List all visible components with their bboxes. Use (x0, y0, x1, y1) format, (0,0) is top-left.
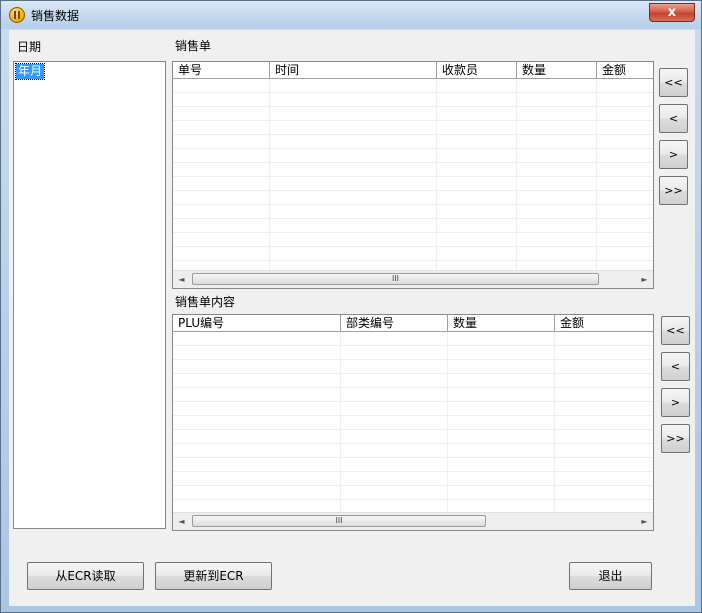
close-button[interactable]: x (649, 3, 695, 22)
col-dept-no[interactable]: 部类编号 (341, 315, 448, 332)
app-coin-icon (9, 7, 25, 23)
scroll-left-arrow-icon[interactable]: ◄ (173, 271, 190, 288)
orders-prev-button[interactable]: < (659, 104, 688, 133)
col-cashier[interactable]: 收款员 (437, 62, 517, 79)
sales-data-window: 销售数据 x 日期 年月 销售单 单号 时间 收款员 数量 金额 ◄ III ►… (0, 0, 702, 613)
client-area: 日期 年月 销售单 单号 时间 收款员 数量 金额 ◄ III ► << < >… (9, 30, 695, 606)
scroll-thumb[interactable]: III (192, 515, 486, 527)
sales-orders-body[interactable] (173, 79, 653, 270)
exit-button[interactable]: 退出 (569, 562, 652, 590)
read-from-ecr-button[interactable]: 从ECR读取 (27, 562, 144, 590)
update-to-ecr-button[interactable]: 更新到ECR (155, 562, 272, 590)
col-amount[interactable]: 金额 (597, 62, 653, 79)
scroll-right-arrow-icon[interactable]: ► (636, 271, 653, 288)
scroll-thumb[interactable]: III (192, 273, 599, 285)
details-first-button[interactable]: << (661, 316, 690, 345)
window-title: 销售数据 (31, 9, 80, 23)
date-listbox[interactable]: 年月 (13, 61, 166, 529)
col-detail-amount[interactable]: 金额 (555, 315, 653, 332)
col-detail-quantity[interactable]: 数量 (448, 315, 555, 332)
order-details-label: 销售单内容 (175, 295, 236, 309)
orders-first-button[interactable]: << (659, 68, 688, 97)
scroll-right-arrow-icon[interactable]: ► (636, 513, 653, 530)
col-time[interactable]: 时间 (270, 62, 437, 79)
col-plu-no[interactable]: PLU编号 (173, 315, 341, 332)
date-label: 日期 (17, 40, 42, 54)
orders-next-button[interactable]: > (659, 140, 688, 169)
title-bar[interactable]: 销售数据 x (1, 1, 701, 29)
order-details-header: PLU编号 部类编号 数量 金额 (173, 315, 653, 332)
date-list-item[interactable]: 年月 (14, 63, 46, 80)
order-details-grid[interactable]: PLU编号 部类编号 数量 金额 ◄ III ► (172, 314, 654, 531)
sales-orders-label: 销售单 (175, 39, 212, 53)
col-quantity[interactable]: 数量 (517, 62, 597, 79)
details-last-button[interactable]: >> (661, 424, 690, 453)
sales-orders-grid[interactable]: 单号 时间 收款员 数量 金额 ◄ III ► (172, 61, 654, 289)
sales-orders-hscrollbar[interactable]: ◄ III ► (173, 270, 653, 288)
col-order-no[interactable]: 单号 (173, 62, 270, 79)
orders-last-button[interactable]: >> (659, 176, 688, 205)
order-details-body[interactable] (173, 332, 653, 512)
scroll-left-arrow-icon[interactable]: ◄ (173, 513, 190, 530)
details-next-button[interactable]: > (661, 388, 690, 417)
order-details-hscrollbar[interactable]: ◄ III ► (173, 512, 653, 530)
sales-orders-header: 单号 时间 收款员 数量 金额 (173, 62, 653, 79)
details-prev-button[interactable]: < (661, 352, 690, 381)
